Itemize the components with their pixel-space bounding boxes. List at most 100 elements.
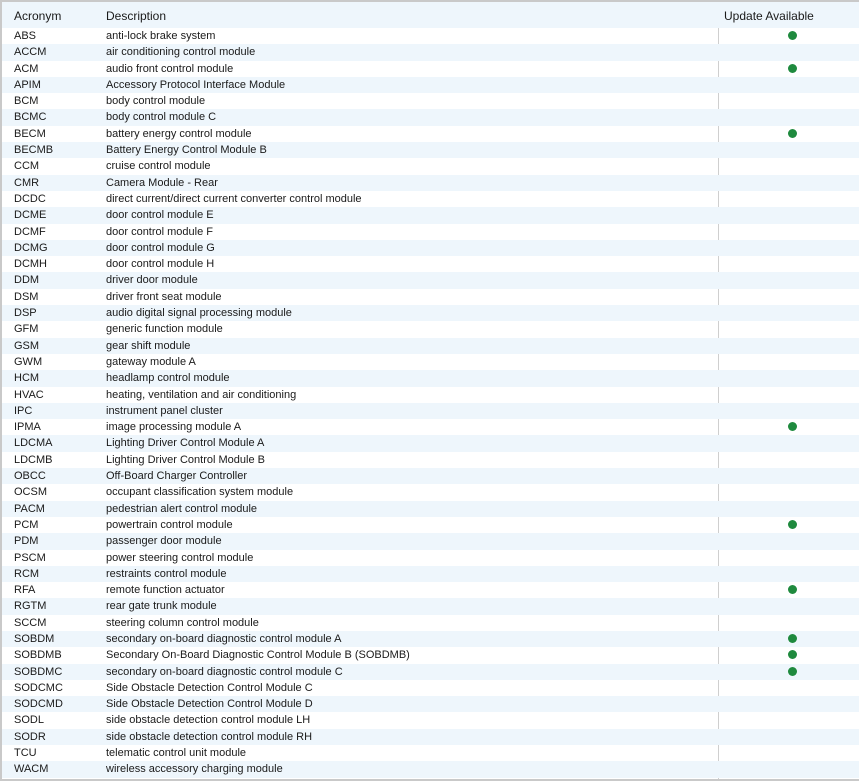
table-row[interactable]: PDM passenger door module	[2, 533, 859, 550]
description-cell: wireless accessory charging module	[106, 763, 283, 776]
table-row[interactable]: RCM restraints control module	[2, 565, 859, 583]
acronym-cell: HVAC	[14, 388, 44, 401]
acronym-cell: SODL	[14, 714, 44, 727]
table-row[interactable]: GSM gear shift module	[2, 337, 859, 354]
description-cell: side obstacle detection control module L…	[106, 714, 311, 727]
acronym-cell: PACM	[14, 502, 45, 515]
acronym-cell: DCDC	[14, 192, 46, 205]
table-row[interactable]: SODCMC Side Obstacle Detection Control Mo…	[2, 680, 859, 696]
description-cell: secondary on-board diagnostic control mo…	[106, 665, 343, 678]
green-dot-icon	[788, 666, 797, 676]
table-row[interactable]: SOBDM secondary on-board diagnostic contr…	[2, 630, 859, 648]
table-row[interactable]: ABS anti-lock brake system	[2, 28, 859, 44]
acronym-cell: DCMF	[14, 225, 46, 238]
acronym-cell: DSM	[14, 290, 39, 303]
table-row[interactable]: ACCM air conditioning control module	[2, 44, 859, 61]
table-row[interactable]: CMR Camera Module - Rear	[2, 174, 859, 191]
description-cell: audio front control module	[106, 62, 234, 75]
table-row[interactable]: DCDC direct current/direct current conver…	[2, 191, 859, 207]
description-cell: headlamp control module	[106, 372, 230, 385]
description-cell: instrument panel cluster	[106, 404, 223, 417]
table-row[interactable]: ACM audio front control module	[2, 61, 859, 77]
description-cell: rear gate trunk module	[106, 600, 217, 613]
column-header-description[interactable]: Description	[106, 9, 166, 23]
table-body: ABS anti-lock brake system ACCM air conditi…	[2, 28, 859, 778]
table-row[interactable]: WACM wireless accessory charging module	[2, 761, 859, 778]
acronym-cell: SODCMD	[14, 698, 63, 711]
table-row[interactable]: BCMC body control module C	[2, 109, 859, 126]
acronym-cell: LDCMB	[14, 453, 53, 466]
table-row[interactable]: APIM Accessory Protocol Interface Module	[2, 76, 859, 94]
acronym-cell: DCME	[14, 209, 47, 222]
acronym-cell: ACM	[14, 62, 39, 75]
table-row[interactable]: TCU telematic control unit module	[2, 745, 859, 761]
table-row[interactable]: HVAC heating, ventilation and air conditi…	[2, 387, 859, 403]
table-row[interactable]: DCMH door control module H	[2, 256, 859, 272]
column-header-acronym[interactable]: Acronym	[14, 9, 61, 23]
description-cell: image processing module A	[106, 421, 242, 434]
green-dot-icon	[788, 650, 797, 660]
table-row[interactable]: SOBDMB Secondary On-Board Diagnostic Cont…	[2, 647, 859, 663]
description-cell: heating, ventilation and air conditionin…	[106, 388, 297, 401]
acronym-cell: IPC	[14, 404, 33, 417]
table-row[interactable]: DCMG door control module G	[2, 239, 859, 257]
description-cell: secondary on-board diagnostic control mo…	[106, 632, 342, 645]
description-cell: Camera Module - Rear	[106, 176, 218, 189]
table-row[interactable]: BECMB Battery Energy Control Module B	[2, 142, 859, 159]
description-cell: side obstacle detection control module R…	[106, 730, 313, 743]
description-cell: pedestrian alert control module	[106, 502, 258, 515]
description-cell: passenger door module	[106, 535, 222, 548]
table-row[interactable]: DCME door control module E	[2, 207, 859, 224]
table-row[interactable]: DSM driver front seat module	[2, 289, 859, 305]
table-row[interactable]: SOBDMC secondary on-board diagnostic cont…	[2, 663, 859, 680]
table-row[interactable]: OCSM occupant classification system modul…	[2, 484, 859, 500]
description-cell: door control module F	[106, 225, 213, 238]
acronym-cell: DDM	[14, 274, 40, 287]
table-row[interactable]: DSP audio digital signal processing modul…	[2, 305, 859, 322]
description-cell: gear shift module	[106, 339, 191, 352]
table-row[interactable]: OBCC Off-Board Charger Controller	[2, 468, 859, 485]
table-row[interactable]: PACM pedestrian alert control module	[2, 500, 859, 517]
acronym-cell: APIM	[14, 78, 41, 91]
table-row[interactable]: BECM battery energy control module	[2, 126, 859, 142]
green-dot-icon	[788, 63, 797, 73]
description-cell: powertrain control module	[106, 518, 233, 531]
table-row[interactable]: PSCM power steering control module	[2, 550, 859, 566]
table-row[interactable]: SCCM steering column control module	[2, 615, 859, 631]
acronym-cell: BCM	[14, 95, 39, 108]
table-row[interactable]: DDM driver door module	[2, 272, 859, 289]
table-row[interactable]: GWM gateway module A	[2, 354, 859, 370]
green-dot-icon	[788, 128, 797, 138]
acronym-cell: DCMH	[14, 258, 47, 271]
acronym-cell: SCCM	[14, 616, 47, 629]
green-dot-icon	[788, 31, 797, 40]
table-row[interactable]: RFA remote function actuator	[2, 582, 859, 598]
table-row[interactable]: BCM body control module	[2, 93, 859, 109]
column-header-update-available[interactable]: Update Available	[724, 9, 814, 23]
description-cell: occupant classification system module	[106, 486, 294, 499]
description-cell: cruise control module	[106, 160, 211, 173]
description-cell: telematic control unit module	[106, 747, 247, 760]
table-row[interactable]: GFM generic function module	[2, 321, 859, 337]
acronym-cell: CMR	[14, 176, 40, 189]
description-cell: Lighting Driver Control Module A	[106, 437, 265, 450]
table-row[interactable]: PCM powertrain control module	[2, 517, 859, 533]
acronym-cell: IPMA	[14, 421, 41, 434]
table-row[interactable]: DCMF door control module F	[2, 224, 859, 240]
acronym-cell: SODCMC	[14, 681, 63, 694]
table-row[interactable]: CCM cruise control module	[2, 158, 859, 174]
table-row[interactable]: SODCMD Side Obstacle Detection Control Mo…	[2, 696, 859, 713]
acronym-cell: RGTM	[14, 600, 47, 613]
acronym-cell: ACCM	[14, 46, 47, 59]
table-row[interactable]: RGTM rear gate trunk module	[2, 598, 859, 615]
description-cell: remote function actuator	[106, 584, 225, 597]
table-row[interactable]: LDCMA Lighting Driver Control Module A	[2, 435, 859, 452]
table-row[interactable]: IPC instrument panel cluster	[2, 402, 859, 420]
table-row[interactable]: SODL side obstacle detection control modu…	[2, 712, 859, 728]
acronym-cell: RFA	[14, 584, 36, 597]
table-row[interactable]: LDCMB Lighting Driver Control Module B	[2, 452, 859, 468]
table-row[interactable]: SODR side obstacle detection control modu…	[2, 728, 859, 746]
table-row[interactable]: IPMA image processing module A	[2, 419, 859, 435]
description-cell: audio digital signal processing module	[106, 307, 292, 320]
table-row[interactable]: HCM headlamp control module	[2, 370, 859, 387]
